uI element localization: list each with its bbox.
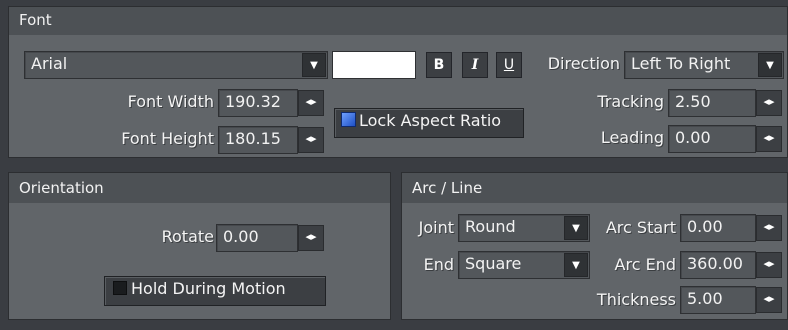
direction-dropdown-arrow-icon[interactable]: ▼	[758, 53, 782, 77]
arc-line-panel-header: Arc / Line	[402, 173, 787, 203]
end-label: End	[423, 255, 454, 274]
font-color-swatch[interactable]	[332, 51, 416, 79]
orientation-panel-header: Orientation	[9, 173, 390, 203]
font-panel-header: Font	[9, 7, 787, 35]
joint-label: Joint	[418, 218, 454, 237]
arc-end-label: Arc End	[614, 255, 676, 274]
arc-start-label: Arc Start	[605, 218, 676, 237]
hold-during-motion-label: Hold During Motion	[131, 279, 286, 298]
font-panel-title: Font	[19, 11, 52, 29]
font-family-dropdown[interactable]: Arial	[24, 51, 328, 79]
tracking-input[interactable]: 2.50	[668, 89, 756, 117]
arc-end-input[interactable]: 360.00	[680, 251, 756, 279]
end-value: Square	[465, 254, 522, 273]
thickness-input[interactable]: 5.00	[680, 286, 756, 314]
leading-input[interactable]: 0.00	[668, 125, 756, 153]
hold-during-motion-checkbox-icon	[113, 281, 127, 295]
thickness-label: Thickness	[596, 290, 676, 309]
leading-label: Leading	[600, 128, 664, 147]
font-height-spinner-icon[interactable]: ◂▸	[298, 127, 324, 153]
joint-value: Round	[465, 217, 516, 236]
joint-dropdown-arrow-icon[interactable]: ▼	[564, 216, 588, 240]
direction-label: Direction	[547, 54, 620, 73]
lock-aspect-ratio-label: Lock Aspect Ratio	[359, 111, 502, 130]
rotate-spinner-icon[interactable]: ◂▸	[298, 225, 324, 251]
underline-button[interactable]: U	[496, 52, 522, 78]
arc-start-spinner-icon[interactable]: ◂▸	[756, 215, 782, 241]
font-width-label: Font Width	[127, 92, 214, 111]
end-dropdown-arrow-icon[interactable]: ▼	[564, 253, 588, 277]
font-width-input[interactable]: 190.32	[218, 89, 298, 117]
thickness-spinner-icon[interactable]: ◂▸	[756, 287, 782, 313]
italic-button[interactable]: I	[462, 52, 488, 78]
hold-during-motion-button[interactable]: Hold During Motion	[104, 276, 326, 306]
direction-value: Left To Right	[631, 54, 731, 73]
arc-start-input[interactable]: 0.00	[680, 214, 756, 242]
lock-aspect-ratio-button[interactable]: Lock Aspect Ratio	[334, 108, 524, 138]
tracking-label: Tracking	[597, 92, 664, 111]
rotate-label: Rotate	[161, 227, 214, 246]
bold-button[interactable]: B	[426, 52, 452, 78]
arc-line-panel-title: Arc / Line	[412, 179, 483, 197]
font-family-dropdown-arrow-icon[interactable]: ▼	[302, 53, 326, 77]
orientation-panel-title: Orientation	[19, 179, 104, 197]
rotate-input[interactable]: 0.00	[216, 224, 298, 252]
leading-spinner-icon[interactable]: ◂▸	[756, 126, 782, 152]
font-family-value: Arial	[31, 54, 68, 73]
arc-end-spinner-icon[interactable]: ◂▸	[756, 252, 782, 278]
tracking-spinner-icon[interactable]: ◂▸	[756, 90, 782, 116]
font-height-label: Font Height	[121, 129, 214, 148]
lock-aspect-checkbox-icon	[341, 112, 356, 127]
font-height-input[interactable]: 180.15	[218, 126, 298, 154]
font-width-spinner-icon[interactable]: ◂▸	[298, 90, 324, 116]
